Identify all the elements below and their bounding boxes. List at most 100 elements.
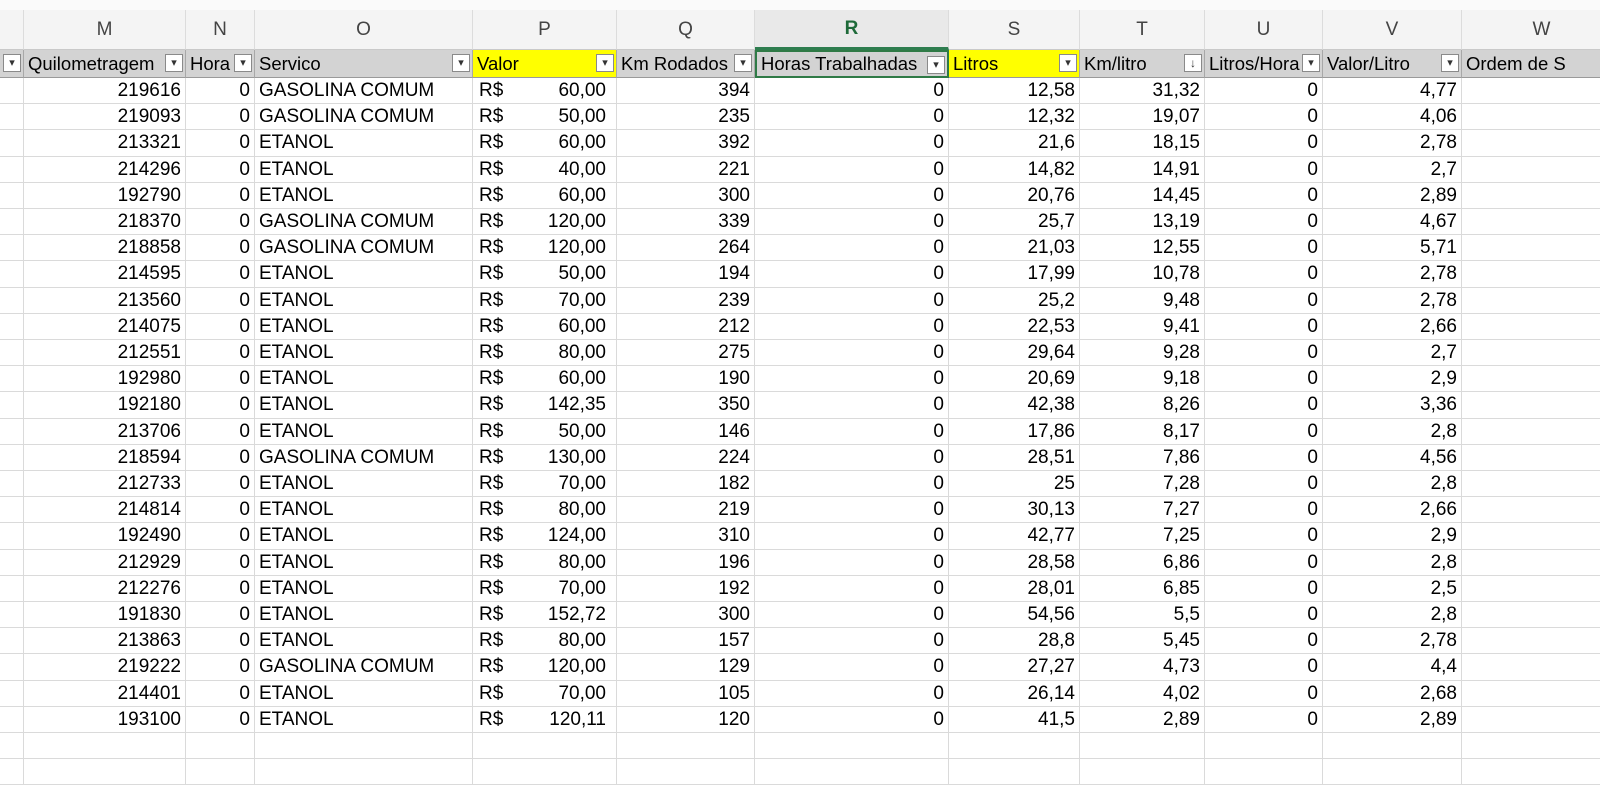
table-cell[interactable]: 0 — [1205, 392, 1323, 419]
table-cell[interactable]: ETANOL — [255, 418, 473, 445]
empty-cell[interactable] — [1205, 733, 1323, 760]
table-cell[interactable]: 192980 — [24, 366, 186, 393]
header-cell-o[interactable]: Servico ▾ — [255, 50, 473, 78]
filter-dropdown-icon[interactable]: ▾ — [1441, 54, 1459, 72]
table-cell[interactable]: R$ 60,00 — [473, 313, 617, 340]
table-cell[interactable]: R$ 124,00 — [473, 523, 617, 550]
table-cell[interactable]: 0 — [755, 313, 949, 340]
table-cell[interactable]: 0 — [755, 471, 949, 498]
table-cell[interactable]: R$ 80,00 — [473, 497, 617, 524]
table-cell[interactable]: 239 — [617, 287, 755, 314]
table-cell[interactable]: ETANOL — [255, 182, 473, 209]
table-cell[interactable]: 9,18 — [1080, 366, 1205, 393]
table-cell[interactable]: 0 — [1205, 549, 1323, 576]
table-cell[interactable]: 28,58 — [949, 549, 1080, 576]
table-cell[interactable]: 0 — [186, 497, 255, 524]
table-cell[interactable]: 190 — [617, 366, 755, 393]
table-cell[interactable]: R$ 80,00 — [473, 628, 617, 655]
header-cell-r[interactable]: Horas Trabalhadas ▾ — [755, 50, 949, 78]
table-cell[interactable]: 17,99 — [949, 261, 1080, 288]
empty-cell[interactable] — [186, 733, 255, 760]
table-cell[interactable]: 0 — [1205, 654, 1323, 681]
column-header-s[interactable]: S — [949, 10, 1080, 50]
table-cell[interactable]: R$ 70,00 — [473, 575, 617, 602]
sort-descending-icon[interactable]: ↓ — [1184, 54, 1202, 72]
table-cell[interactable]: 0 — [755, 340, 949, 367]
table-cell[interactable]: 2,9 — [1323, 523, 1462, 550]
table-cell[interactable]: 0 — [186, 654, 255, 681]
table-cell[interactable]: 0 — [755, 235, 949, 262]
table-cell[interactable]: 20,69 — [949, 366, 1080, 393]
table-cell[interactable]: 2,78 — [1323, 130, 1462, 157]
table-cell[interactable] — [1462, 550, 1600, 576]
table-cell[interactable]: R$ 50,00 — [473, 418, 617, 445]
table-cell[interactable]: 0 — [755, 392, 949, 419]
table-cell[interactable]: R$ 60,00 — [473, 78, 617, 105]
table-cell[interactable]: 219093 — [24, 104, 186, 131]
table-cell[interactable] — [1462, 78, 1600, 105]
table-cell[interactable] — [1462, 104, 1600, 131]
table-cell[interactable]: 0 — [186, 209, 255, 236]
table-cell[interactable]: 0 — [186, 340, 255, 367]
table-cell[interactable]: 0 — [1205, 444, 1323, 471]
table-cell[interactable]: 0 — [1205, 104, 1323, 131]
table-cell[interactable]: 0 — [755, 104, 949, 131]
filter-dropdown-icon[interactable]: ▾ — [1059, 54, 1077, 72]
table-cell[interactable]: 0 — [755, 261, 949, 288]
column-header-q[interactable]: Q — [617, 10, 755, 50]
filter-dropdown-icon[interactable]: ▾ — [1302, 54, 1320, 72]
filter-dropdown-icon[interactable]: ▾ — [165, 54, 183, 72]
table-cell[interactable]: 17,86 — [949, 418, 1080, 445]
header-cell-s[interactable]: Litros ▾ — [949, 50, 1080, 78]
table-cell[interactable] — [1462, 628, 1600, 655]
table-cell[interactable]: 2,9 — [1323, 366, 1462, 393]
table-cell[interactable]: 26,14 — [949, 680, 1080, 707]
table-cell[interactable]: 2,68 — [1323, 680, 1462, 707]
table-cell[interactable]: 213706 — [24, 418, 186, 445]
table-cell[interactable]: R$ 142,35 — [473, 392, 617, 419]
table-cell[interactable]: 10,78 — [1080, 261, 1205, 288]
table-cell[interactable]: 394 — [617, 78, 755, 105]
table-cell[interactable]: 0 — [186, 602, 255, 629]
table-cell[interactable]: ETANOL — [255, 392, 473, 419]
table-cell[interactable]: 0 — [186, 706, 255, 733]
table-cell[interactable]: 213321 — [24, 130, 186, 157]
table-cell[interactable]: 192490 — [24, 523, 186, 550]
table-cell[interactable]: 0 — [186, 549, 255, 576]
table-cell[interactable] — [1462, 209, 1600, 236]
table-cell[interactable]: 0 — [186, 104, 255, 131]
table-cell[interactable]: 41,5 — [949, 706, 1080, 733]
table-cell[interactable]: 213560 — [24, 287, 186, 314]
table-cell[interactable] — [1462, 602, 1600, 629]
table-cell[interactable]: ETANOL — [255, 497, 473, 524]
table-cell[interactable]: 0 — [186, 78, 255, 105]
table-cell[interactable]: R$ 40,00 — [473, 156, 617, 183]
table-cell[interactable]: 0 — [755, 523, 949, 550]
table-cell[interactable]: 105 — [617, 680, 755, 707]
table-cell[interactable]: 28,51 — [949, 444, 1080, 471]
table-cell[interactable]: 219616 — [24, 78, 186, 105]
table-cell[interactable]: 0 — [1205, 182, 1323, 209]
table-cell[interactable]: 6,86 — [1080, 549, 1205, 576]
table-cell[interactable]: 29,64 — [949, 340, 1080, 367]
empty-cell[interactable] — [255, 759, 473, 786]
empty-cell[interactable] — [186, 759, 255, 786]
table-cell[interactable]: 22,53 — [949, 313, 1080, 340]
header-cell-u[interactable]: Litros/Hora ▾ — [1205, 50, 1323, 78]
table-cell[interactable]: GASOLINA COMUM — [255, 78, 473, 105]
empty-cell[interactable] — [1323, 759, 1462, 786]
empty-cell[interactable] — [1205, 759, 1323, 786]
table-cell[interactable]: 0 — [186, 261, 255, 288]
empty-cell[interactable] — [949, 733, 1080, 760]
table-cell[interactable]: 0 — [755, 549, 949, 576]
table-cell[interactable]: 0 — [755, 366, 949, 393]
table-cell[interactable]: 0 — [186, 628, 255, 655]
table-cell[interactable]: 212733 — [24, 471, 186, 498]
table-cell[interactable]: 14,91 — [1080, 156, 1205, 183]
table-cell[interactable]: 28,01 — [949, 575, 1080, 602]
table-cell[interactable]: 4,06 — [1323, 104, 1462, 131]
table-cell[interactable]: 146 — [617, 418, 755, 445]
empty-cell[interactable] — [1462, 759, 1600, 786]
table-cell[interactable]: 0 — [1205, 497, 1323, 524]
table-cell[interactable] — [1462, 288, 1600, 314]
